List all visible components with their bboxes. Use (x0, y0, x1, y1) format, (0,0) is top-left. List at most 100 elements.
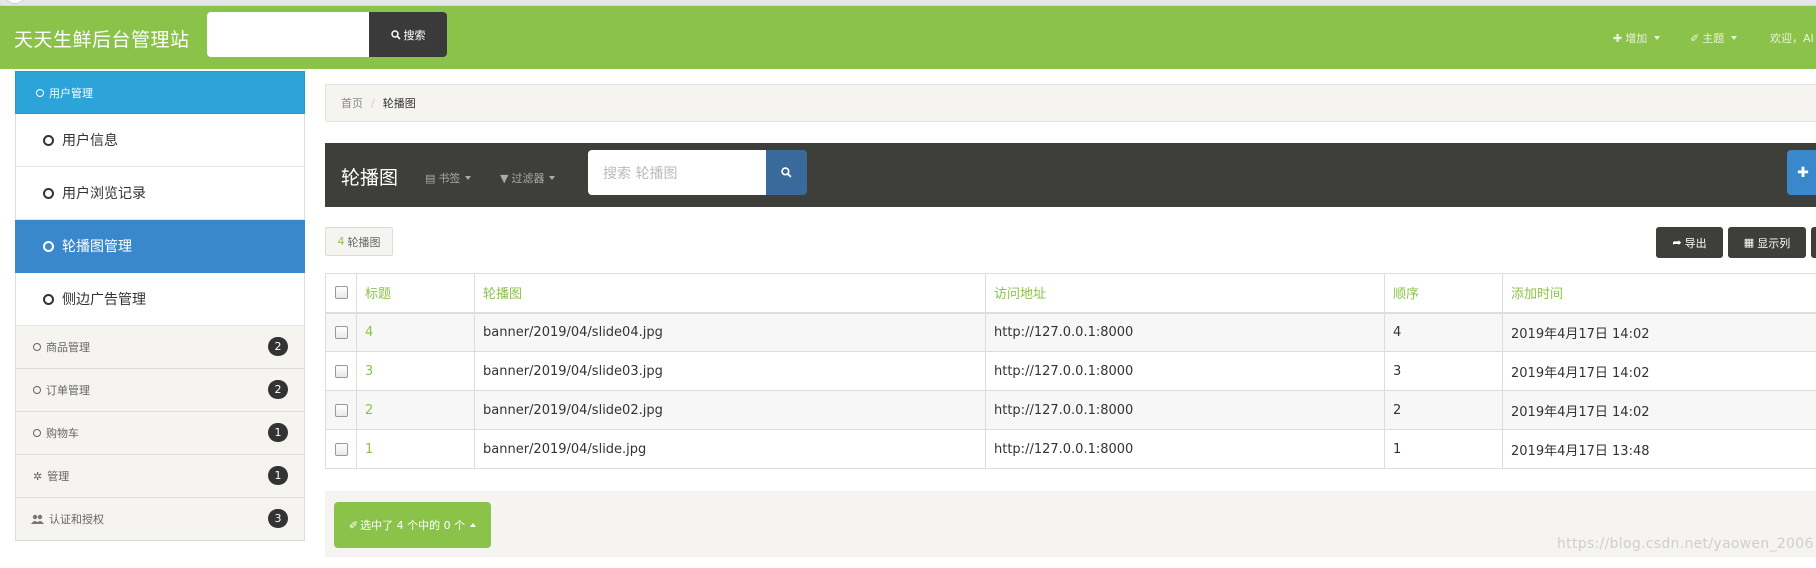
row-time: 2019年4月17日 14:02 (1502, 351, 1816, 391)
plus-icon: ✚ (1797, 164, 1809, 181)
site-brand[interactable]: 天天生鲜后台管理站 (14, 25, 190, 52)
result-count-number: 4 (337, 235, 345, 248)
theme-menu-label: 主题 (1702, 32, 1725, 45)
sidebar-group-user-management[interactable]: 用户管理 (15, 71, 305, 114)
sidebar-item-label: 用户浏览记录 (62, 186, 146, 202)
row-checkbox[interactable] (334, 325, 348, 339)
row-select-cell (325, 351, 357, 391)
welcome-text: 欢迎，AI (1770, 32, 1814, 45)
sidebar-item-user-info[interactable]: 用户信息 (15, 114, 305, 167)
column-header-image[interactable]: 轮播图 (474, 273, 986, 314)
plus-icon: ✚ (1613, 31, 1623, 45)
table-icon: ▦ (1743, 236, 1755, 249)
sidebar-group-admin[interactable]: ✲ 管理 1 (15, 455, 305, 498)
nav-search-button[interactable]: 搜索 (369, 12, 447, 57)
circle-icon (43, 293, 54, 305)
column-header-order[interactable]: 顺序 (1384, 273, 1503, 314)
sidebar-group-label: 商品管理 (46, 341, 90, 354)
circle-icon (33, 343, 41, 351)
caret-up-icon (470, 523, 477, 527)
filters-label: 过滤器 (511, 172, 545, 185)
filter-icon: ▼ (500, 171, 509, 185)
caret-down-icon (1731, 36, 1738, 40)
row-image: banner/2019/04/slide03.jpg (474, 351, 986, 391)
list-toolbar: 轮播图 ▤ 书签 ▼ 过滤器 搜索 轮播图 ✚ (325, 143, 1816, 207)
select-all-checkbox[interactable] (334, 286, 348, 300)
list-search-input[interactable]: 搜索 轮播图 (588, 150, 766, 195)
add-banner-button[interactable]: ✚ (1787, 150, 1816, 195)
nav-search-input[interactable] (207, 12, 370, 57)
result-count-label: 轮播图 (347, 235, 381, 249)
row-time: 2019年4月17日 14:02 (1502, 390, 1816, 430)
filters-menu[interactable]: ▼ 过滤器 (500, 170, 556, 186)
count-badge: 2 (268, 337, 288, 356)
row-checkbox[interactable] (334, 403, 348, 417)
show-columns-button[interactable]: ▦ 显示列 (1728, 227, 1806, 258)
wrench-icon: ✐ (348, 518, 359, 532)
column-header-time[interactable]: 添加时间 (1502, 273, 1816, 314)
row-url: http://127.0.0.1:8000 (985, 429, 1385, 469)
row-select-cell (325, 390, 357, 430)
tab-edge (4, 0, 26, 4)
row-image: banner/2019/04/slide02.jpg (474, 390, 986, 430)
theme-menu[interactable]: ✐ 主题 (1690, 30, 1738, 46)
sidebar-group-label: 购物车 (46, 427, 79, 440)
bookmarks-label: 书签 (438, 172, 461, 185)
sidebar-item-label: 轮播图管理 (62, 239, 132, 255)
row-image: banner/2019/04/slide.jpg (474, 429, 986, 469)
column-header-url[interactable]: 访问地址 (985, 273, 1385, 314)
row-title-link[interactable]: 1 (356, 429, 475, 469)
page-title: 轮播图 (341, 167, 399, 189)
row-order: 3 (1384, 351, 1503, 391)
row-checkbox[interactable] (334, 364, 348, 378)
count-badge: 1 (268, 466, 288, 485)
row-checkbox[interactable] (334, 442, 348, 456)
wrench-icon: ✐ (1690, 31, 1700, 45)
breadcrumb-home[interactable]: 首页 (341, 95, 363, 111)
circle-icon (43, 240, 54, 252)
count-badge: 1 (268, 423, 288, 442)
sidebar-group-orders[interactable]: 订单管理 2 (15, 369, 305, 412)
sidebar-group-cart[interactable]: 购物车 1 (15, 412, 305, 455)
table-row[interactable]: 2 banner/2019/04/slide02.jpg http://127.… (325, 390, 1816, 430)
table-row[interactable]: 3 banner/2019/04/slide03.jpg http://127.… (325, 351, 1816, 391)
caret-down-icon (549, 176, 556, 180)
sidebar-group-auth[interactable]: 认证和授权 3 (15, 498, 305, 541)
row-title-link[interactable]: 3 (356, 351, 475, 391)
sidebar-item-side-ad-management[interactable]: 侧边广告管理 (15, 273, 305, 326)
sidebar-item-banner-management[interactable]: 轮播图管理 (15, 220, 305, 273)
select-all-cell (325, 273, 357, 314)
breadcrumb-separator: / (371, 96, 375, 110)
row-title-link[interactable]: 2 (356, 390, 475, 430)
table-row[interactable]: 4 banner/2019/04/slide04.jpg http://127.… (325, 312, 1816, 352)
bookmarks-menu[interactable]: ▤ 书签 (425, 170, 472, 186)
sidebar-group-label: 认证和授权 (49, 513, 104, 526)
nav-search-label: 搜索 (403, 28, 426, 42)
search-placeholder: 搜索 轮播图 (603, 165, 678, 182)
row-order: 2 (1384, 390, 1503, 430)
more-tools-button[interactable] (1811, 227, 1816, 258)
breadcrumb-current: 轮播图 (382, 97, 416, 110)
caret-down-icon (1654, 36, 1661, 40)
list-search-button[interactable] (766, 150, 807, 195)
export-button[interactable]: ➦ 导出 (1656, 227, 1723, 258)
column-header-title[interactable]: 标题 (356, 273, 475, 314)
table-row[interactable]: 1 banner/2019/04/slide.jpg http://127.0.… (325, 429, 1816, 469)
caret-down-icon (465, 176, 472, 180)
sidebar-group-goods[interactable]: 商品管理 2 (15, 326, 305, 369)
row-select-cell (325, 312, 357, 352)
add-menu[interactable]: ✚ 增加 (1613, 30, 1661, 46)
add-menu-label: 增加 (1625, 32, 1648, 45)
circle-icon (43, 134, 54, 146)
sidebar-item-browse-history[interactable]: 用户浏览记录 (15, 167, 305, 220)
book-icon: ▤ (425, 171, 436, 185)
row-title-link[interactable]: 4 (356, 312, 475, 352)
bulk-actions-button[interactable]: ✐ 选中了 4 个中的 0 个 (334, 502, 491, 548)
row-url: http://127.0.0.1:8000 (985, 351, 1385, 391)
circle-icon (33, 429, 41, 437)
row-time: 2019年4月17日 14:02 (1502, 312, 1816, 352)
sidebar-item-label: 用户信息 (62, 133, 118, 149)
user-menu[interactable]: 欢迎，AI (1770, 30, 1814, 46)
top-navbar: 天天生鲜后台管理站 搜索 ✚ 增加 ✐ 主题 欢迎，AI (0, 6, 1816, 69)
row-order: 1 (1384, 429, 1503, 469)
